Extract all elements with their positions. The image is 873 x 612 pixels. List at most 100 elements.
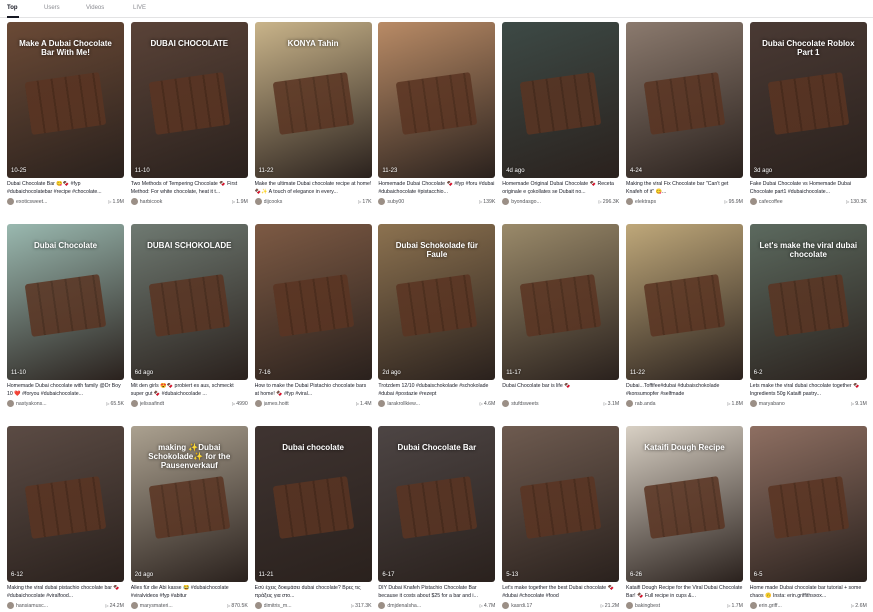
video-caption[interactable]: Making the viral Fix Chocolate bar "Can'…: [626, 181, 743, 197]
video-thumbnail[interactable]: Dubai chocolate 11-21: [254, 426, 372, 582]
avatar[interactable]: [130, 602, 138, 609]
video-thumbnail[interactable]: 11-23: [378, 22, 496, 178]
video-card[interactable]: Dubai chocolate 11-21 Εσύ έχεις δοκιμάσε…: [254, 426, 372, 612]
video-thumbnail[interactable]: 11-17: [502, 224, 620, 380]
avatar[interactable]: [749, 400, 757, 407]
video-caption[interactable]: Mit den girls 😍🍫 probiert es aus, schmec…: [131, 383, 248, 399]
avatar[interactable]: [502, 602, 510, 609]
username[interactable]: james.hoitt: [264, 401, 334, 407]
avatar[interactable]: [626, 602, 633, 609]
video-thumbnail[interactable]: 6-5: [749, 426, 867, 582]
avatar[interactable]: [749, 602, 757, 609]
video-thumbnail[interactable]: KONYA Tahin 11-22: [254, 22, 372, 178]
video-card[interactable]: making ✨Dubai Schokolade✨ for the Pausen…: [130, 426, 248, 612]
video-thumbnail[interactable]: making ✨Dubai Schokolade✨ for the Pausen…: [130, 426, 248, 582]
video-thumbnail[interactable]: Let's make the viral dubai chocolate 6-2: [749, 224, 867, 380]
video-thumbnail[interactable]: DUBAI SCHOKOLADE 6d ago: [130, 224, 248, 380]
video-card[interactable]: Make A Dubai Chocolate Bar With Me! 10-2…: [7, 22, 124, 208]
video-card[interactable]: 11-23 Homemade Dubai Chocolate 🍫 #fyp #f…: [378, 22, 496, 208]
username[interactable]: byondasgo...: [511, 199, 581, 205]
video-thumbnail[interactable]: Dubai Schokolade für Faule 2d ago: [378, 224, 496, 380]
avatar[interactable]: [749, 198, 757, 205]
video-caption[interactable]: Lets make the viral dubai chocolate toge…: [750, 383, 867, 399]
username[interactable]: dijcooks: [264, 199, 334, 205]
tab-top[interactable]: Top: [7, 5, 18, 11]
username[interactable]: suby00: [387, 199, 457, 205]
avatar[interactable]: [378, 602, 386, 609]
video-caption[interactable]: Homemade Dubai Chocolate 🍫 #fyp #foru #d…: [378, 181, 495, 197]
video-card[interactable]: 6-12 Making the viral dubai pistachio ch…: [7, 426, 124, 612]
video-caption[interactable]: Two Methods of Tempering Chocolate 🍫 Fir…: [131, 181, 248, 197]
video-card[interactable]: Dubai Chocolate 11-10 Homemade Dubai cho…: [7, 224, 124, 410]
avatar[interactable]: [7, 198, 14, 205]
username[interactable]: nastyakons...: [16, 401, 86, 407]
video-card[interactable]: Dubai Chocolate Bar 6-17 DIY Dubai Knafe…: [378, 426, 496, 612]
video-thumbnail[interactable]: Kataifi Dough Recipe 6-26: [626, 426, 743, 582]
video-thumbnail[interactable]: 6-12: [7, 426, 124, 582]
video-thumbnail[interactable]: 4-24: [626, 22, 743, 178]
username[interactable]: maryabano: [759, 401, 829, 407]
video-caption[interactable]: Kataifi Dough Recipe for the Viral Dubai…: [626, 585, 743, 601]
video-card[interactable]: 5-13 Let's make together the best Dubai …: [502, 426, 620, 612]
video-card[interactable]: 7-16 How to make the Dubai Pistachio cho…: [254, 224, 372, 410]
tab-videos[interactable]: Videos: [86, 5, 104, 11]
avatar[interactable]: [254, 198, 262, 205]
video-card[interactable]: Let's make the viral dubai chocolate 6-2…: [749, 224, 867, 410]
video-card[interactable]: 11-17 Dubai Chocolate bar is life 🍫 stuf…: [502, 224, 620, 410]
username[interactable]: exoticsweet...: [16, 199, 86, 205]
username[interactable]: jelissafindt: [140, 401, 210, 407]
avatar[interactable]: [7, 400, 14, 407]
avatar[interactable]: [502, 198, 510, 205]
video-card[interactable]: 6-5 Home made Dubai chocolate bar tutori…: [749, 426, 867, 612]
video-caption[interactable]: Dubai...Toffifee#dubai #dubaischokolade …: [626, 383, 743, 399]
video-thumbnail[interactable]: 5-13: [502, 426, 620, 582]
avatar[interactable]: [254, 400, 262, 407]
avatar[interactable]: [254, 602, 262, 609]
username[interactable]: larakrollkiew...: [387, 401, 457, 407]
avatar[interactable]: [378, 400, 386, 407]
video-caption[interactable]: Trotzdem 12/10 #dubaischokolade #schokol…: [378, 383, 495, 399]
video-thumbnail[interactable]: DUBAI CHOCOLATE 11-10: [130, 22, 248, 178]
video-caption[interactable]: Making the viral dubai pistachio chocola…: [7, 585, 124, 601]
avatar[interactable]: [502, 400, 510, 407]
video-thumbnail[interactable]: Dubai Chocolate Bar 6-17: [378, 426, 496, 582]
avatar[interactable]: [130, 400, 138, 407]
video-card[interactable]: DUBAI SCHOKOLADE 6d ago Mit den girls 😍🍫…: [130, 224, 248, 410]
avatar[interactable]: [7, 602, 14, 609]
video-caption[interactable]: Εσύ έχεις δοκιμάσει dubai chocolate? Βρε…: [255, 585, 372, 601]
video-thumbnail[interactable]: 11-22: [626, 224, 743, 380]
avatar[interactable]: [626, 198, 633, 205]
video-card[interactable]: Kataifi Dough Recipe 6-26 Kataifi Dough …: [626, 426, 743, 612]
video-caption[interactable]: Make the ultimate Dubai chocolate recipe…: [255, 181, 372, 197]
video-card[interactable]: 4d ago Homemade Original Dubai Chocolate…: [502, 22, 620, 208]
video-caption[interactable]: Let's make together the best Dubai choco…: [502, 585, 619, 601]
username[interactable]: cafecoffee: [759, 199, 829, 205]
video-caption[interactable]: DIY Dubai Knafeh Pistachio Chocolate Bar…: [378, 585, 495, 601]
avatar[interactable]: [626, 400, 633, 407]
video-caption[interactable]: How to make the Dubai Pistachio chocolat…: [255, 383, 372, 399]
video-card[interactable]: Dubai Schokolade für Faule 2d ago Trotzd…: [378, 224, 496, 410]
video-thumbnail[interactable]: 7-16: [254, 224, 372, 380]
avatar[interactable]: [378, 198, 386, 205]
username[interactable]: elektraps: [635, 199, 705, 205]
video-thumbnail[interactable]: Dubai Chocolate 11-10: [7, 224, 124, 380]
video-card[interactable]: Dubai Chocolate Roblox Part 1 3d ago Fak…: [749, 22, 867, 208]
username[interactable]: rab.anda: [635, 401, 705, 407]
video-card[interactable]: DUBAI CHOCOLATE 11-10 Two Methods of Tem…: [130, 22, 248, 208]
avatar[interactable]: [130, 198, 138, 205]
tab-live[interactable]: LIVE: [133, 5, 146, 11]
video-thumbnail[interactable]: Dubai Chocolate Roblox Part 1 3d ago: [749, 22, 867, 178]
video-thumbnail[interactable]: Make A Dubai Chocolate Bar With Me! 10-2…: [7, 22, 124, 178]
video-card[interactable]: 11-22 Dubai...Toffifee#dubai #dubaischok…: [626, 224, 743, 410]
video-caption[interactable]: Homemade Dubai chocolate with family @Dr…: [7, 383, 124, 399]
video-caption[interactable]: Dubai Chocolate Bar 😋🍫 #fyp #dubaichocol…: [7, 181, 124, 197]
video-thumbnail[interactable]: 4d ago: [502, 22, 620, 178]
video-caption[interactable]: Fake Dubai Chocolate vs Homemade Dubai C…: [750, 181, 867, 197]
video-caption[interactable]: Dubai Chocolate bar is life 🍫: [502, 383, 619, 399]
username[interactable]: harbicook: [140, 199, 210, 205]
video-card[interactable]: 4-24 Making the viral Fix Chocolate bar …: [626, 22, 743, 208]
video-caption[interactable]: Home made Dubai chocolate bar tutorial +…: [750, 585, 867, 601]
video-caption[interactable]: Homemade Original Dubai Chocolate 🍫 Rece…: [502, 181, 619, 197]
tab-users[interactable]: Users: [44, 5, 60, 11]
video-card[interactable]: KONYA Tahin 11-22 Make the ultimate Duba…: [254, 22, 372, 208]
